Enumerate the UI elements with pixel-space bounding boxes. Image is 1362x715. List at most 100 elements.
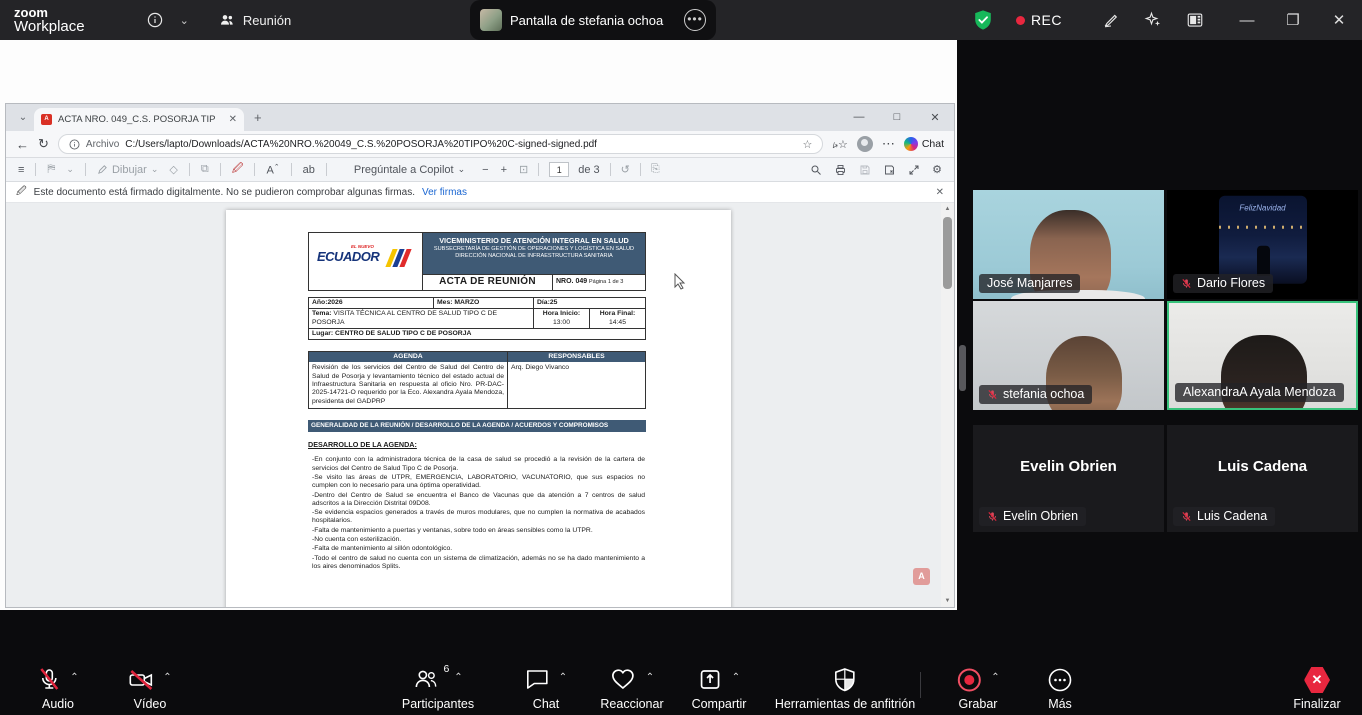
favorite-star-icon[interactable]: ☆ [802,138,812,151]
react-options-chevron[interactable]: ⌃ [646,672,654,683]
page-count-label: de 3 [578,164,599,176]
doc-number: NRO. 049 Página 1 de 3 [553,275,645,290]
page-view-icon[interactable]: ⧉ [201,163,209,176]
acrobat-extension-icon[interactable]: A [913,568,930,585]
dev-item: -Falta de mantenimiento al sillón odonto… [312,545,645,553]
page-number-input[interactable]: 1 [549,162,569,177]
meta-start: Hora Inicio:13:00 [534,309,590,328]
url-scheme-label: Archivo [86,139,119,150]
text-tool-icon[interactable]: ab [303,164,315,176]
ai-companion-icon[interactable] [1140,11,1166,29]
new-tab-button[interactable]: + [254,110,262,125]
zoom-out-icon[interactable]: − [482,164,488,176]
scroll-thumb[interactable] [943,217,952,289]
tab-meeting[interactable]: Reunión [219,13,291,28]
video-options-chevron[interactable]: ⌃ [163,672,171,683]
search-icon[interactable] [810,164,822,176]
browser-maximize-button[interactable]: □ [878,111,916,124]
pdf-scrollbar[interactable]: ▲ ▼ [941,203,954,607]
fit-width-icon[interactable]: ⊡ [519,163,528,176]
tab-screen-share[interactable]: Pantalla de stefania ochoa ••• [470,0,716,40]
video-tile-stefania[interactable]: stefania ochoa [973,301,1164,410]
share-options-icon[interactable]: ••• [684,9,706,31]
zoom-in-icon[interactable]: + [501,164,507,176]
scroll-up-icon[interactable]: ▲ [941,203,954,215]
restore-button[interactable]: ❐ [1270,11,1316,29]
video-tile-alexandra-active-speaker[interactable]: AlexandraA Ayala Mendoza [1167,301,1358,410]
print-icon[interactable] [834,164,847,176]
save-as-icon[interactable] [883,164,896,176]
ministry-line1: VICEMINISTERIO DE ATENCIÓN INTEGRAL EN S… [425,237,643,246]
view-layout-icon[interactable] [1182,11,1208,29]
zoom-title-bar: zoom Workplace ⌄ Reunión Pantalla de ste… [0,0,1362,40]
share-screen-icon [698,667,723,691]
responsables-header: RESPONSABLES [508,352,645,362]
share-button[interactable]: ⌃ Compartir [692,667,747,711]
refresh-icon[interactable]: ↻ [38,136,49,152]
fullscreen-icon[interactable] [908,164,920,176]
name-label: Dario Flores [1173,274,1273,293]
participants-options-chevron[interactable]: ⌃ [454,672,462,683]
highlight-chevron-icon[interactable]: ⌄ [66,164,74,175]
tab-search-icon[interactable]: ⌄ [12,112,34,123]
share-scrollbar[interactable] [959,345,966,391]
url-field[interactable]: Archivo C:/Users/lapto/Downloads/ACTA%20… [58,134,823,154]
browser-close-button[interactable]: ✕ [916,111,954,124]
back-icon[interactable]: ← [16,137,29,152]
meeting-info-icon[interactable] [140,12,170,28]
rotate-icon[interactable]: ↺ [621,163,630,176]
chevron-down-icon[interactable]: ⌄ [180,14,189,27]
browser-tab[interactable]: A ACTA NRO. 049_C.S. POSORJA TIP ✕ [34,108,244,131]
chat-options-chevron[interactable]: ⌃ [559,672,567,683]
annotate-pencil-icon[interactable] [1098,11,1124,29]
collections-icon[interactable]: ⭟☆ [832,138,848,151]
host-tools-shield-icon [833,667,857,692]
react-label: Reaccionar [600,697,663,711]
highlight-icon[interactable]: ⛿ [47,163,55,176]
close-button[interactable]: ✕ [1316,11,1362,29]
toc-icon[interactable]: ≡ [18,164,24,176]
end-meeting-button[interactable]: ✕ Finalizar [1293,667,1340,711]
signature-icon[interactable]: 🖉 [232,160,244,179]
audio-options-chevron[interactable]: ⌃ [70,672,78,683]
browser-menu-icon[interactable]: ⋯ [882,136,895,152]
audio-button[interactable]: ⌃ Audio [37,667,78,711]
video-tile-jose[interactable]: José Manjarres [973,190,1164,299]
more-button[interactable]: Más [1047,667,1073,711]
eraser-icon[interactable]: ◇ [169,163,177,176]
record-options-chevron[interactable]: ⌃ [991,672,999,683]
security-shield-icon[interactable] [972,9,994,31]
profile-avatar-icon[interactable] [857,136,873,152]
video-button[interactable]: ⌃ Vídeo [128,667,171,711]
meeting-controls-toolbar: ⌃ Audio ⌃ Vídeo 6 ⌃ Participantes [0,660,1362,715]
copilot-button[interactable]: Chat [904,137,944,151]
video-tile-dario[interactable]: FelizNavidad Dario Flores [1167,190,1358,299]
dev-item: -Se evidencia espacios generados a travé… [312,509,645,526]
record-button[interactable]: ⌃ Grabar [956,667,999,711]
settings-gear-icon[interactable]: ⚙ [932,163,942,176]
scroll-down-icon[interactable]: ▼ [941,595,954,607]
participants-button[interactable]: 6 ⌃ Participantes [402,667,474,711]
audio-tile-luis[interactable]: Luis Cadena Luis Cadena [1167,425,1358,532]
view-signatures-link[interactable]: Ver firmas [422,187,467,198]
dismiss-notification-icon[interactable]: ✕ [936,187,944,198]
save-icon[interactable] [859,164,871,176]
ask-copilot-button[interactable]: Pregúntale a Copilot ⌄ [338,164,465,176]
minimize-button[interactable]: — [1224,12,1270,29]
tab-close-icon[interactable]: ✕ [229,114,237,125]
react-button[interactable]: ⌃ Reaccionar [600,667,663,711]
read-aloud-icon[interactable]: A⌃ [266,163,279,177]
draw-tool[interactable]: Dibujar ⌄ [97,164,158,176]
pdf-viewport[interactable]: EL NUEVO ECUADOR VICEMINISTERIO DE ATENC… [6,203,954,607]
mouse-cursor [674,273,686,290]
mic-muted-icon [37,667,61,693]
two-page-icon[interactable]: ⎘ [651,163,660,176]
ask-copilot-label: Pregúntale a Copilot [354,164,454,176]
audio-tile-evelin[interactable]: Evelin Obrien Evelin Obrien [973,425,1164,532]
browser-minimize-button[interactable]: — [840,111,878,124]
host-tools-button[interactable]: Herramientas de anfitrión [775,667,915,711]
share-avatar [480,9,502,31]
share-options-chevron[interactable]: ⌃ [732,672,740,683]
dev-item: -En conjunto con la administradora técni… [312,456,645,473]
chat-button[interactable]: ⌃ Chat [525,667,567,711]
